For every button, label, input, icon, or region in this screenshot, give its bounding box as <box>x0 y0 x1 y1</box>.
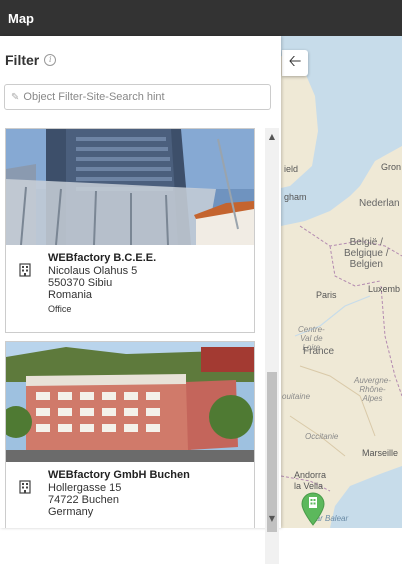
site-street: Hollergasse 15 <box>48 482 122 494</box>
map-label-gham: gham <box>284 192 307 202</box>
map-label-france: France <box>303 346 335 357</box>
arrow-left-icon: 🡠 <box>288 50 302 70</box>
site-city: 74722 Buchen <box>48 494 119 506</box>
page-title: Map <box>8 10 34 26</box>
title-bar: Map <box>0 0 402 36</box>
site-info: WEBfactory B.C.E.E. Nicolaus Olahus 5 55… <box>6 245 254 315</box>
map-label-marseille: Marseille <box>362 448 399 458</box>
map-label-ield: ield <box>284 164 299 174</box>
site-card[interactable]: WEBfactory B.C.E.E. Nicolaus Olahus 5 55… <box>5 128 255 333</box>
building-icon <box>19 263 31 277</box>
site-street: Nicolaus Olahus 5 <box>48 265 138 277</box>
site-name: WEBfactory B.C.E.E. <box>48 252 157 264</box>
map-label-nederland: Nederlan <box>359 198 400 209</box>
filter-label: Filter <box>5 52 40 68</box>
site-country: Germany <box>48 506 94 518</box>
map-label-occitanie: Occitanie <box>305 432 339 441</box>
map-label-belgie: België / Belgique / Belgien <box>344 237 389 270</box>
info-icon[interactable]: i <box>44 54 57 66</box>
map-label-ouitaine: ouitaine <box>282 392 311 401</box>
filter-panel: Filter i ✎ Object Filter-Site-Search hin… <box>0 36 281 564</box>
map-label-andorra: Andorra la Vella <box>294 470 327 491</box>
site-search-box[interactable]: ✎ <box>4 84 271 110</box>
scroll-up-icon[interactable]: ▲ <box>265 130 279 144</box>
list-scrollbar[interactable]: ▲ ▼ <box>265 128 279 564</box>
site-card[interactable]: WEBfactory GmbH Buchen Hollergasse 15 74… <box>5 341 255 528</box>
map-label-gron: Gron <box>381 162 402 172</box>
site-info: WEBfactory GmbH Buchen Hollergasse 15 74… <box>6 462 254 518</box>
scrollbar-thumb[interactable] <box>267 372 277 532</box>
map-label-auvergne: Auvergne- Rhône- Alpes <box>354 376 391 403</box>
site-search-input[interactable] <box>23 91 254 103</box>
site-photo <box>6 342 254 462</box>
filter-header: Filter i <box>5 52 57 68</box>
map-label-paris: Paris <box>316 290 337 300</box>
site-photo <box>6 129 254 245</box>
site-list[interactable]: WEBfactory B.C.E.E. Nicolaus Olahus 5 55… <box>0 128 265 528</box>
scroll-down-icon[interactable]: ▼ <box>265 512 279 526</box>
site-city: 550370 Sibiu <box>48 277 113 289</box>
collapse-panel-button[interactable]: 🡠 <box>282 50 308 76</box>
building-icon <box>19 480 31 494</box>
site-marker[interactable] <box>300 492 326 526</box>
map-label-luxemb: Luxemb <box>368 284 401 294</box>
site-type: Office <box>48 304 72 314</box>
pencil-icon: ✎ <box>11 91 20 103</box>
site-country: Romania <box>48 289 93 301</box>
site-name: WEBfactory GmbH Buchen <box>48 469 190 481</box>
